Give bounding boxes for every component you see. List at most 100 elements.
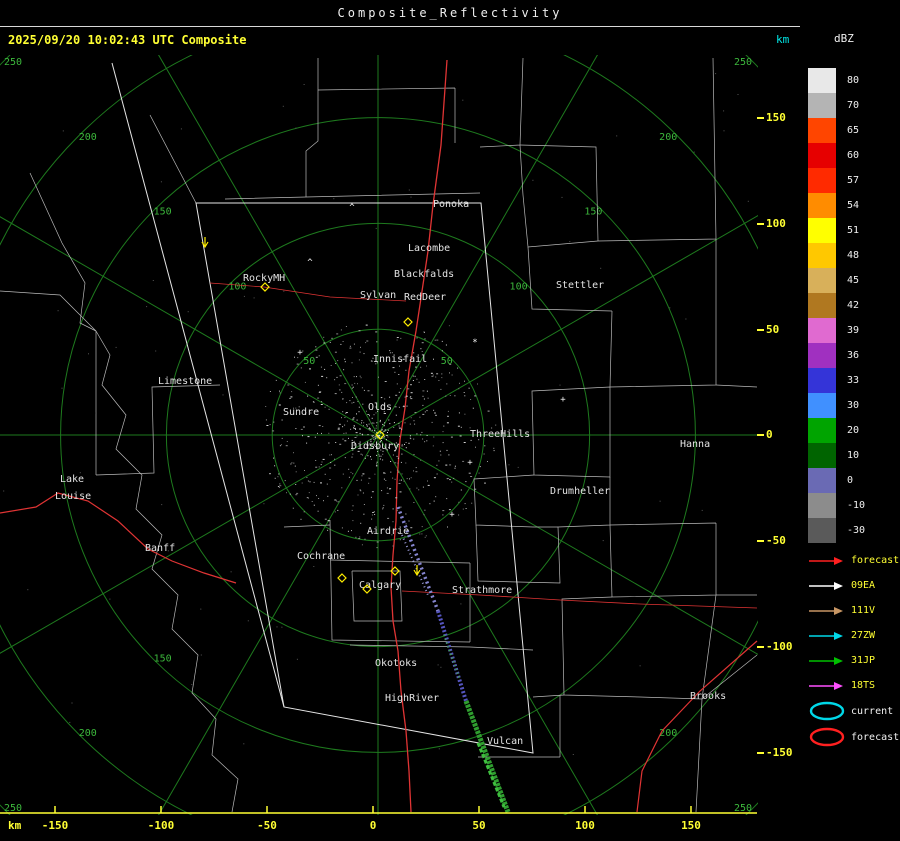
noise-pixel [155,350,157,352]
colorbar-level: 70 [808,93,865,118]
colorbar-swatch [808,443,836,468]
clutter-pixel [412,380,414,381]
noise-pixel [333,198,335,200]
clutter-pixel [337,360,339,362]
noise-pixel [109,598,111,600]
noise-pixel [639,665,641,667]
bottom-axis-tick-label: 0 [369,819,377,832]
colorbar-swatch [808,418,836,443]
clutter-pixel [396,455,399,457]
clutter-pixel [336,376,338,378]
clutter-pixel [371,417,373,419]
clutter-pixel [274,465,276,467]
clutter-pixel [266,425,269,426]
clutter-pixel [265,406,267,407]
clutter-pixel [274,477,276,479]
clutter-pixel [439,450,441,452]
clutter-pixel [361,475,363,477]
clutter-pixel [331,454,332,456]
clutter-pixel [404,422,406,424]
clutter-pixel [421,526,423,528]
bottom-axis-tick-label: -100 [147,819,175,832]
colorbar-value: -30 [847,525,866,536]
clutter-pixel [440,388,442,390]
clutter-pixel [453,477,455,479]
radar-map[interactable]: 5010015020025050100150200250150200250200… [0,55,758,815]
clutter-pixel [390,461,392,462]
clutter-pixel [447,410,449,412]
clutter-pixel [385,429,387,431]
noise-pixel [569,241,571,243]
clutter-pixel [392,454,394,456]
legend-track-row: forecast [808,548,899,573]
clutter-pixel [323,342,326,344]
place-label: HighRiver [385,693,439,704]
clutter-pixel [401,479,402,481]
clutter-pixel [446,422,449,424]
clutter-pixel [414,375,416,377]
clutter-pixel [358,359,360,361]
clutter-pixel [394,371,396,373]
clutter-pixel [324,368,326,370]
clutter-pixel [431,421,433,423]
legend-ellipse-row: forecast [808,724,899,750]
place-label: Banff [145,543,175,554]
clutter-pixel [462,460,465,462]
clutter-pixel [426,365,427,367]
clutter-pixel [361,544,363,546]
clutter-pixel [316,495,317,497]
colorbar-level: 57 [808,168,865,193]
noise-pixel [559,384,561,386]
clutter-pixel [441,340,443,342]
clutter-pixel [351,402,353,404]
arrow-marker-icon [413,565,421,577]
clutter-pixel [352,453,354,455]
clutter-pixel [309,368,311,370]
clutter-pixel [383,430,386,432]
station-diamond-icon [337,573,347,583]
clutter-pixel [322,426,324,427]
clutter-pixel [389,423,391,425]
clutter-pixel [442,442,444,444]
clutter-pixel [360,346,361,348]
clutter-pixel [445,464,448,466]
noise-pixel [303,84,305,85]
clutter-pixel [379,432,381,434]
clutter-pixel [422,413,425,415]
colorbar-swatch [808,243,836,268]
clutter-pixel [361,422,362,424]
clutter-pixel [369,429,371,431]
clutter-pixel [423,331,425,333]
clutter-pixel [307,395,309,397]
clutter-pixel [436,464,438,466]
right-axis-tick-label: 100 [766,217,786,230]
colorbar-level: 0 [808,468,865,493]
clutter-pixel [433,500,435,502]
clutter-pixel [328,442,330,444]
clutter-pixel [373,436,375,438]
clutter-pixel [425,535,427,537]
clutter-pixel [389,488,391,490]
clutter-pixel [381,490,383,492]
clutter-pixel [449,395,451,396]
clutter-pixel [397,462,399,464]
clutter-pixel [401,428,403,430]
clutter-pixel [479,466,481,468]
clutter-pixel [345,412,348,413]
clutter-pixel [435,414,437,416]
noise-pixel [723,130,725,132]
clutter-pixel [291,462,293,464]
clutter-pixel [334,379,336,381]
clutter-pixel [342,426,344,428]
clutter-pixel [370,394,373,396]
clutter-pixel [419,533,421,535]
county-boundary [527,246,613,312]
clutter-pixel [410,384,412,386]
county-boundary [349,644,534,651]
noise-pixel [88,353,89,355]
clutter-pixel [446,383,448,385]
clutter-pixel [441,377,443,379]
clutter-pixel [421,431,423,433]
clutter-pixel [289,397,292,399]
clutter-pixel [366,340,369,342]
